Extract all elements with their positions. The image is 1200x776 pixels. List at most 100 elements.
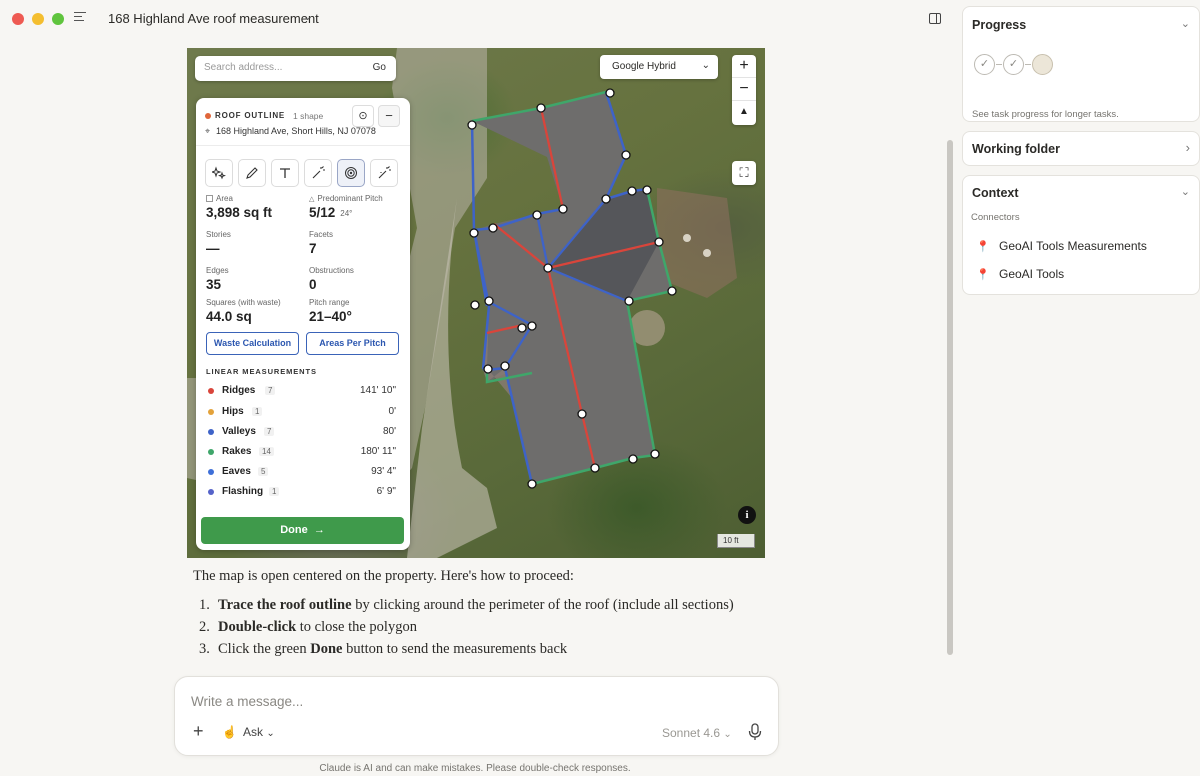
linear-row-ridges: Ridges 7 141' 10" [208, 384, 396, 398]
panel-title: ROOF OUTLINE [215, 111, 286, 120]
map-layer-value: Google Hybrid [612, 61, 676, 72]
instruction-step-3: Click the green Done button to send the … [218, 641, 568, 657]
flashing-color-dot [208, 489, 214, 495]
disclaimer-text: Claude is AI and can make mistakes. Plea… [319, 763, 631, 774]
window-controls [12, 13, 64, 25]
instruction-step-2: Double-click to close the polygon [218, 619, 417, 635]
linear-row-rakes: Rakes 14 180' 11" [208, 445, 396, 459]
title-bar: 168 Highland Ave roof measurement ⌄ [0, 0, 950, 38]
area-value: 3,898 sq ft [206, 205, 273, 220]
linear-row-valleys: Valleys 7 80' [208, 425, 396, 439]
progress-card: Progress ⌄ ✓ ✓ See task progress for lon… [962, 6, 1200, 122]
drawing-toolbar [205, 159, 398, 187]
facets-value: 7 [309, 241, 317, 256]
mode-select[interactable]: ☝ Ask ⌄ [222, 725, 275, 739]
ridge-color-dot [208, 388, 214, 394]
chevron-down-icon[interactable]: ⌄ [1181, 17, 1190, 30]
locate-button[interactable]: ⊙ [352, 105, 374, 127]
text-tool[interactable] [271, 159, 299, 187]
stat-obstructions: Obstructions 0 [309, 266, 354, 292]
model-select[interactable]: Sonnet 4.6 ⌄ [662, 726, 732, 740]
list-number: 1. [199, 597, 210, 613]
panel-toggle-icon[interactable] [929, 13, 941, 24]
chevron-down-icon: ⌄ [266, 728, 275, 739]
magic-wand-icon [378, 166, 391, 179]
instruction-step-1: Trace the roof outline by clicking aroun… [218, 597, 734, 613]
waste-calculation-button[interactable]: Waste Calculation [206, 332, 299, 355]
chat-scrollbar[interactable] [947, 140, 953, 655]
target-tool[interactable] [337, 159, 365, 187]
stat-facets: Facets 7 [309, 230, 334, 256]
property-address: 168 Highland Ave, Short Hills, NJ 07078 [216, 126, 376, 136]
pitch-value: 5/12 [309, 205, 336, 220]
hip-color-dot [208, 409, 214, 415]
add-attachment-button[interactable]: + [193, 721, 204, 742]
area-checkbox[interactable] [206, 195, 213, 202]
valley-color-dot [208, 429, 214, 435]
linear-row-hips: Hips 1 0' [208, 405, 396, 419]
squares-value: 44.0 sq [206, 309, 252, 324]
chevron-down-icon[interactable]: ⌄ [303, 10, 312, 23]
map-scale: 10 ft [717, 534, 755, 548]
magic-wand-tool[interactable] [304, 159, 332, 187]
sparkle-icon [212, 166, 226, 180]
zoom-controls: + − ▲ [732, 55, 756, 125]
list-number: 2. [199, 619, 210, 635]
minimize-window-button[interactable] [32, 13, 44, 25]
zoom-out-button[interactable]: − [732, 78, 756, 101]
sidebar-menu-icon[interactable] [74, 12, 86, 24]
draw-tool[interactable] [238, 159, 266, 187]
roof-measurement-panel: ROOF OUTLINE 1 shape ⌖ 168 Highland Ave,… [196, 98, 410, 550]
location-pin-icon: ⌖ [205, 126, 211, 136]
chevron-down-icon: ⌄ [723, 729, 732, 740]
pitch-triangle-icon: △ [309, 196, 315, 203]
auto-trace-tool[interactable] [370, 159, 398, 187]
search-go-button[interactable]: Go [373, 62, 386, 73]
obstructions-value: 0 [309, 277, 317, 292]
map-layer-select[interactable]: Google Hybrid ⌄ [600, 55, 718, 79]
connector-item[interactable]: 📍 GeoAI Tools [976, 267, 1064, 281]
address-search: Go [195, 56, 396, 81]
progress-title[interactable]: Progress [972, 18, 1026, 32]
chat-title[interactable]: 168 Highland Ave roof measurement [108, 11, 319, 26]
zoom-in-button[interactable]: + [732, 55, 756, 78]
collapse-panel-button[interactable]: − [378, 105, 400, 127]
stat-pitch-range: Pitch range 21–40° [309, 298, 352, 324]
linear-measurements-heading: LINEAR MEASUREMENTS [206, 367, 317, 376]
status-dot [205, 113, 211, 119]
arrow-right-icon: → [313, 524, 325, 536]
linear-row-flashing: Flashing 1 6' 9" [208, 485, 396, 499]
pitch-range-value: 21–40° [309, 309, 352, 324]
compass-reset-button[interactable]: ▲ [732, 101, 756, 124]
connectors-label: Connectors [971, 212, 1020, 223]
magic-wand-icon [312, 166, 325, 179]
auto-detect-tool[interactable] [205, 159, 233, 187]
hand-icon: ☝ [222, 725, 237, 739]
done-button[interactable]: Done → [201, 517, 404, 544]
check-icon: ✓ [974, 54, 995, 75]
close-window-button[interactable] [12, 13, 24, 25]
pending-step-icon [1032, 54, 1053, 75]
chevron-down-icon[interactable]: ⌄ [1181, 185, 1190, 198]
right-sidebar: Progress ⌄ ✓ ✓ See task progress for lon… [956, 0, 1200, 776]
fullscreen-icon[interactable]: ⛶ [732, 161, 756, 185]
stat-squares: Squares (with waste) 44.0 sq [206, 298, 281, 324]
address-search-input[interactable] [204, 62, 354, 73]
context-title[interactable]: Context [972, 186, 1019, 200]
message-composer: + ☝ Ask ⌄ Sonnet 4.6 ⌄ [174, 676, 779, 756]
edges-value: 35 [206, 277, 222, 292]
assistant-message-intro: The map is open centered on the property… [193, 568, 574, 584]
progress-hint: See task progress for longer tasks. [972, 109, 1119, 120]
areas-per-pitch-button[interactable]: Areas Per Pitch [306, 332, 399, 355]
maximize-window-button[interactable] [52, 13, 64, 25]
info-icon[interactable]: i [738, 506, 756, 524]
working-folder-card[interactable]: Working folder › [962, 131, 1200, 166]
message-input[interactable] [191, 694, 751, 709]
chevron-down-icon: ⌄ [701, 60, 710, 71]
microphone-icon[interactable] [748, 723, 762, 741]
chevron-right-icon: › [1185, 140, 1190, 155]
stat-stories: Stories — [206, 230, 231, 256]
stories-value: — [206, 241, 220, 256]
connector-item[interactable]: 📍 GeoAI Tools Measurements [976, 239, 1147, 253]
stat-pitch: △ Predominant Pitch 5/12 24° [309, 194, 383, 220]
